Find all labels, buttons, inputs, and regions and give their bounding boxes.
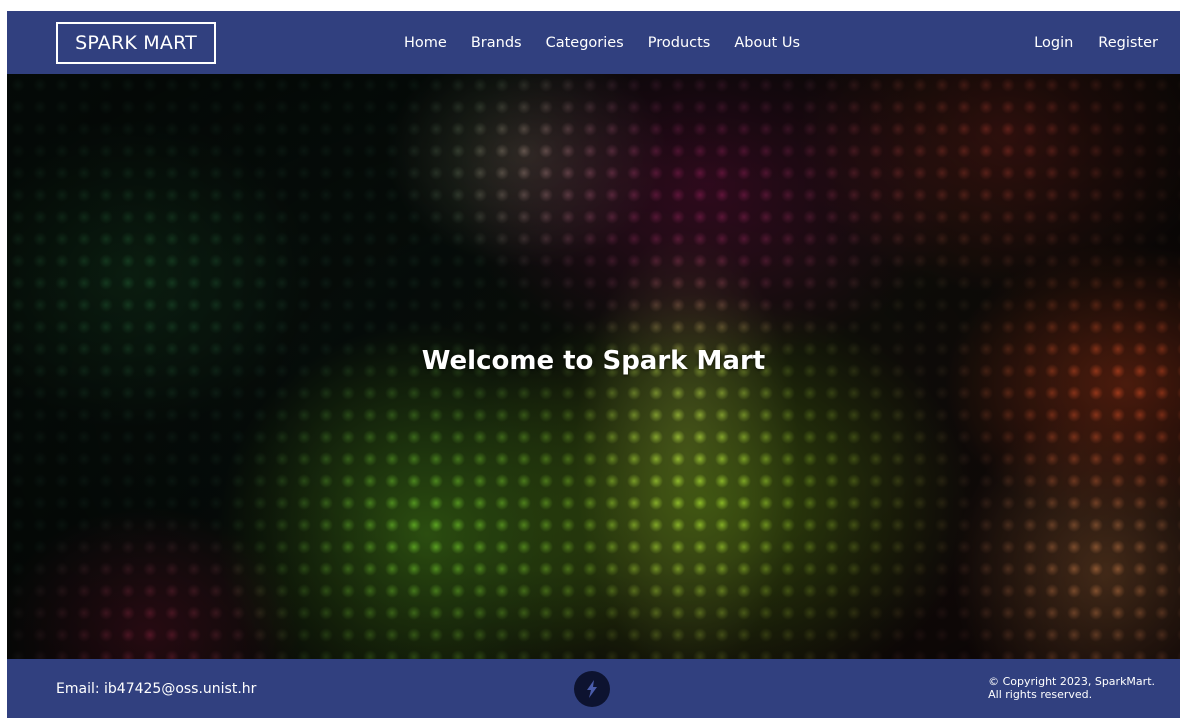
copyright-line-1: © Copyright 2023, SparkMart. xyxy=(988,675,1155,688)
nav-categories[interactable]: Categories xyxy=(546,35,624,51)
nav-brands[interactable]: Brands xyxy=(471,35,522,51)
page: SPARK MART Home Brands Categories Produc… xyxy=(7,11,1180,718)
auth-links: Login Register xyxy=(1009,11,1158,74)
register-link[interactable]: Register xyxy=(1098,35,1158,51)
spark-lightning-icon[interactable] xyxy=(574,671,610,707)
hero-banner: Welcome to Spark Mart xyxy=(7,74,1180,659)
copyright-line-2: All rights reserved. xyxy=(988,688,1093,701)
lightning-bolt-icon xyxy=(587,680,597,698)
footer: Email: ib47425@oss.unist.hr © Copyright … xyxy=(7,659,1180,718)
nav-products[interactable]: Products xyxy=(648,35,711,51)
top-navbar: SPARK MART Home Brands Categories Produc… xyxy=(7,11,1180,74)
nav-about-us[interactable]: About Us xyxy=(734,35,800,51)
nav-home[interactable]: Home xyxy=(404,35,447,51)
hero-title: Welcome to Spark Mart xyxy=(421,346,766,376)
footer-copyright: © Copyright 2023, SparkMart. All rights … xyxy=(988,675,1155,701)
footer-email: Email: ib47425@oss.unist.hr xyxy=(56,680,257,697)
main-nav: Home Brands Categories Products About Us xyxy=(404,11,824,74)
brand-logo-link[interactable]: SPARK MART xyxy=(56,22,216,64)
login-link[interactable]: Login xyxy=(1034,35,1073,51)
